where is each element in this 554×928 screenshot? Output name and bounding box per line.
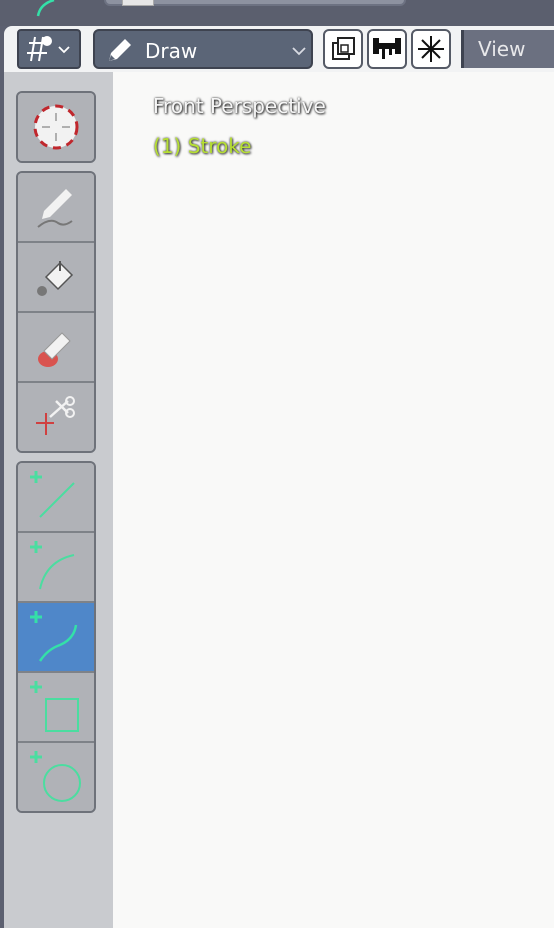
tool-arc[interactable]: [18, 533, 94, 603]
tool-select[interactable]: Draw: [93, 29, 313, 69]
weights-button[interactable]: [367, 29, 407, 69]
tool-line[interactable]: [18, 463, 94, 533]
circle-icon: [30, 751, 81, 802]
duplicate-button[interactable]: [323, 29, 363, 69]
cursor-icon: [33, 104, 79, 150]
duplicate-icon: [332, 37, 355, 60]
tool-draw[interactable]: [18, 173, 94, 243]
arc-icon: [30, 541, 75, 590]
tool-select-label: Draw: [145, 39, 198, 63]
gpencil-mode-icon: [27, 36, 70, 62]
pencil-icon: [109, 39, 131, 61]
active-object-label: (1) Stroke: [153, 134, 252, 158]
tool-erase[interactable]: [18, 313, 94, 383]
fill-bucket-icon: [37, 261, 74, 296]
weights-icon: [373, 38, 401, 59]
scissors-icon: [36, 396, 75, 435]
viewport-title: Front Perspective: [153, 94, 326, 118]
tool-fill[interactable]: [18, 243, 94, 313]
view-menu[interactable]: View: [461, 30, 554, 68]
box-icon: [30, 681, 79, 732]
curve-icon: [36, 0, 55, 17]
pencil-draw-icon: [37, 189, 73, 228]
top-strip: [0, 0, 554, 26]
toolbar: [4, 72, 113, 928]
mode-select[interactable]: [17, 29, 81, 69]
tool-group-cursor: [16, 91, 96, 163]
line-icon: [30, 471, 75, 518]
tool-group-draw: [16, 171, 96, 453]
tool-group-primitives: [16, 461, 96, 813]
curve-icon: [30, 611, 78, 662]
tool-box[interactable]: [18, 673, 94, 743]
viewport[interactable]: Front Perspective (1) Stroke: [113, 72, 554, 928]
tool-cutter[interactable]: [18, 383, 94, 451]
eraser-icon: [38, 332, 71, 367]
tool-circle[interactable]: [18, 743, 94, 811]
view-menu-label: View: [478, 37, 526, 61]
tool-curve[interactable]: [18, 603, 94, 673]
tool-cursor[interactable]: [18, 93, 94, 161]
workspace-tab[interactable]: [104, 0, 406, 6]
document-icon: [122, 0, 154, 6]
freeze-button[interactable]: [411, 29, 451, 69]
chevron-down-icon: [292, 47, 306, 56]
snowflake-icon: [418, 36, 444, 62]
header-bar: Draw View: [4, 26, 554, 72]
